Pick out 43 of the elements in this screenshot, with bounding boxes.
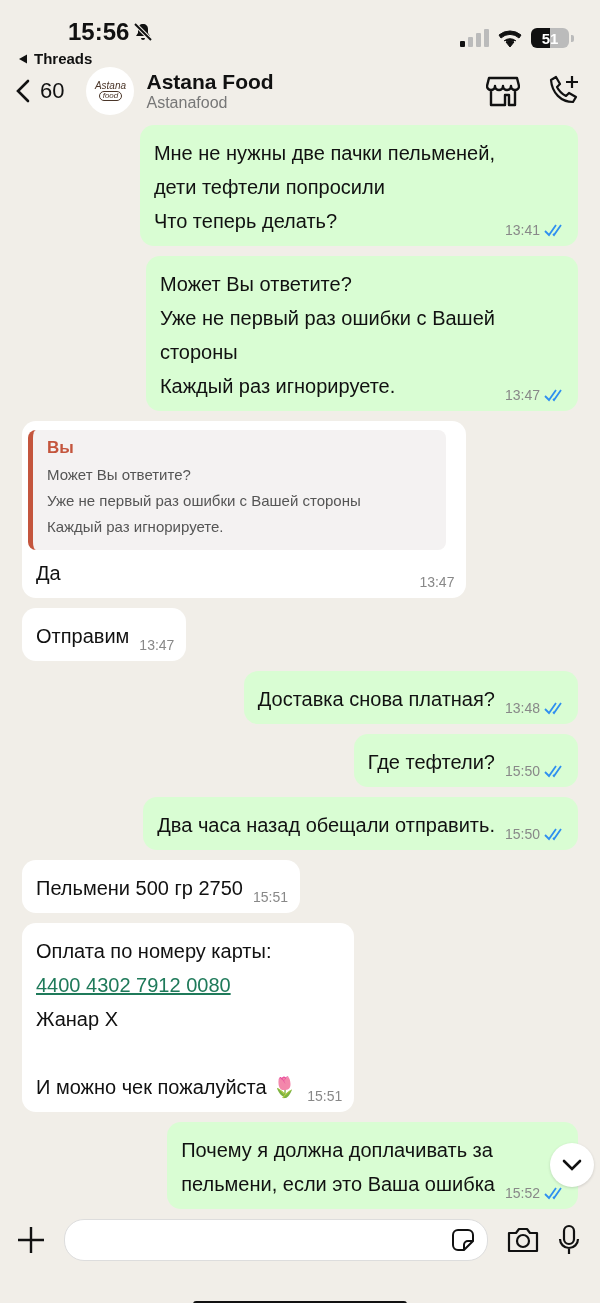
- message-text: Мне не нужны две пачки пельменей, дети тефтели попросили Что теперь делать?: [153, 141, 495, 234]
- back-button[interactable]: 60: [16, 78, 75, 104]
- message-time: 15:52: [504, 1185, 540, 1201]
- chevron-down-icon[interactable]: [562, 1159, 582, 1171]
- message-time: 15:50: [504, 826, 540, 842]
- message-time: 13:41: [504, 222, 540, 238]
- message-text: Да: [36, 561, 61, 586]
- quote-text: Может Вы ответите? Уже не первый раз ошибки с Вашей стороны Каждый раз игнорируете.: [47, 465, 362, 537]
- avatar-logo[interactable]: Astana food: [86, 67, 135, 115]
- quote-author: Вы: [47, 438, 75, 458]
- sticker-icon[interactable]: [451, 1228, 475, 1252]
- chat-subtitle: Astanafood: [146, 94, 229, 112]
- clock: 15:56: [68, 18, 130, 46]
- card-number-link[interactable]: 4400 4302 7912 0080: [36, 968, 298, 1002]
- back-chevron-icon[interactable]: [16, 79, 30, 103]
- message-time: 15:50: [504, 763, 540, 779]
- message-text: Доставка снова платная?: [257, 687, 495, 712]
- wifi-icon: [497, 28, 523, 48]
- message-text: Жанар Х И можно чек пожалуйста 🌷: [36, 1007, 298, 1100]
- message-text: Оплата по номеру карты:: [36, 939, 273, 964]
- message-text: Почему я должна доплачивать за пельмени, если это Ваша ошибка: [181, 1138, 495, 1197]
- add-button[interactable]: [16, 1225, 46, 1255]
- shop-icon[interactable]: [486, 75, 520, 107]
- message-text: Отправим: [36, 624, 130, 649]
- message-text: Пельмени 500 гр 2750: [36, 876, 243, 901]
- message-time: 13:48: [504, 700, 540, 716]
- message-text: Может Вы ответите? Уже не первый раз ошибки с Вашей стороны Каждый раз игнорируете.: [159, 272, 495, 399]
- message-input-field[interactable]: [64, 1219, 488, 1261]
- camera-button[interactable]: [506, 1226, 540, 1254]
- back-to-app-link[interactable]: Threads: [18, 50, 154, 67]
- scroll-down-button[interactable]: [550, 1143, 594, 1187]
- message-time: 13:47: [504, 387, 540, 403]
- quoted-message[interactable]: Вы Может Вы ответите? Уже не первый раз ошибки с Вашей стороны Каждый раз игнорируете.: [28, 430, 447, 550]
- message-text: Где тефтели?: [367, 750, 495, 775]
- message-text: Два часа назад обещали отправить.: [157, 813, 495, 838]
- chat-title: Astana Food: [146, 70, 275, 94]
- message-time: 15:51: [252, 889, 288, 905]
- microphone-button[interactable]: [558, 1224, 580, 1256]
- message-time: 13:47: [139, 637, 175, 653]
- back-triangle-icon[interactable]: [18, 53, 28, 64]
- message-time: 13:47: [419, 574, 455, 590]
- signal-icon: [459, 28, 489, 48]
- message-time: 15:51: [307, 1088, 343, 1104]
